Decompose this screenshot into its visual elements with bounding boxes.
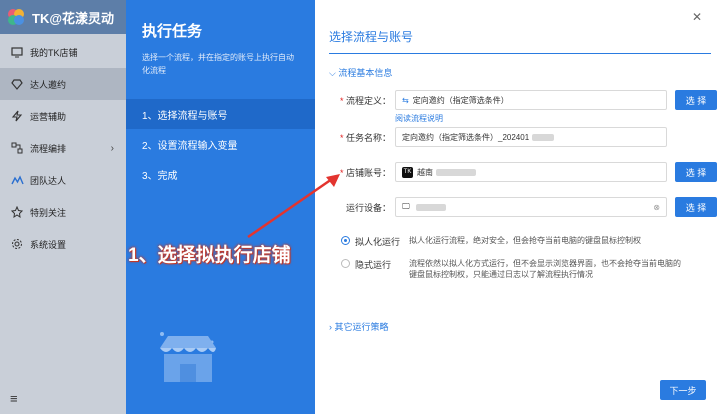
read-doc-link[interactable]: 阅读流程说明 [395, 113, 443, 124]
sidebar-item-my-shops[interactable]: 我的TK店铺 [0, 36, 126, 68]
app-title: TK@花漾灵动 [32, 10, 115, 26]
redacted-text [532, 133, 555, 141]
select-device-button[interactable]: 选 择 [675, 197, 717, 217]
gear-icon [10, 237, 24, 251]
sidebar-item-team-influencers[interactable]: 团队达人 [0, 164, 126, 196]
annotation-arrow-icon [247, 174, 340, 239]
redacted-text [436, 168, 476, 176]
sidebar-item-label: 运营辅助 [30, 111, 67, 122]
sidebar-item-label: 特别关注 [30, 207, 67, 218]
sidebar-item-system-settings[interactable]: 系统设置 [0, 228, 126, 260]
sidebar-item-label: 我的TK店铺 [30, 47, 78, 58]
star-icon [10, 205, 24, 219]
app-header: TK@花漾灵动 [0, 0, 126, 34]
tiktok-icon: TK [402, 166, 413, 178]
sidebar-item-influencer-invite[interactable]: 达人邀约 [0, 68, 126, 100]
chevron-down-icon: ⌵ [329, 68, 336, 78]
monitor-icon [10, 45, 24, 59]
sidebar-item-label: 系统设置 [30, 239, 67, 250]
radio-hidden[interactable] [341, 259, 350, 268]
diamond-icon [10, 77, 24, 91]
other-strategy-toggle[interactable]: › 其它运行策略 [329, 320, 389, 333]
flow-definition-field[interactable]: ⇆ 定向邀约（指定筛选条件） [395, 90, 667, 110]
app-sidebar: TK@花漾灵动 我的TK店铺 达人邀约 运营辅助 流程编排 › 团队达人 特别关… [0, 0, 126, 414]
mode-hidden[interactable]: 隐式运行 流程依然以拟人化方式运行，但不会显示浏览器界面，也不会抢夺当前电脑的键… [341, 258, 681, 280]
flow-icon [10, 141, 24, 155]
form-panel: 选择流程与账号 ✕ ⌵ 流程基本信息 * 流程定义： ⇆ 定向邀约（指定筛选条件… [315, 0, 720, 414]
shop-illustration-icon [160, 332, 216, 382]
select-flow-button[interactable]: 选 择 [675, 90, 717, 110]
task-panel-description: 选择一个流程，并在指定的账号上执行自动化流程 [142, 53, 294, 75]
next-button[interactable]: 下一步 [660, 380, 706, 400]
shop-account-row: * 店铺账号： TK 越南 选 择 [329, 162, 717, 182]
chevron-right-icon: › [110, 142, 114, 154]
sidebar-menu: 我的TK店铺 达人邀约 运营辅助 流程编排 › 团队达人 特别关注 系统设置 [0, 36, 126, 260]
sidebar-item-label: 达人邀约 [30, 79, 67, 90]
mode-humanlike[interactable]: 拟人化运行 拟人化运行流程，绝对安全，但会抢夺当前电脑的键盘鼠标控制权 [341, 235, 681, 248]
flow-definition-row: * 流程定义： ⇆ 定向邀约（指定筛选条件） 选 择 [329, 90, 717, 110]
run-device-field[interactable]: 🖵 ⊗ [395, 197, 667, 217]
task-panel-title: 执行任务 [142, 23, 203, 40]
task-name-input[interactable]: 定向邀约（指定筛选条件）_202401 [395, 127, 667, 147]
select-shop-button[interactable]: 选 择 [675, 162, 717, 182]
shop-account-field[interactable]: TK 越南 [395, 162, 667, 182]
sidebar-item-ops-assist[interactable]: 运营辅助 [0, 100, 126, 132]
sidebar-item-flow-editor[interactable]: 流程编排 › [0, 132, 126, 164]
sidebar-item-label: 流程编排 [30, 143, 67, 154]
close-icon[interactable]: ✕ [692, 10, 702, 24]
step-set-variables[interactable]: 2、设置流程输入变量 [126, 129, 315, 159]
team-icon [10, 173, 24, 187]
section-basic-info[interactable]: ⌵ 流程基本信息 [329, 66, 392, 79]
task-name-row: * 任务名称： 定向邀约（指定筛选条件）_202401 [329, 127, 667, 147]
lightning-icon [10, 109, 24, 123]
monitor-icon: 🖵 [402, 202, 410, 211]
form-title: 选择流程与账号 [329, 30, 414, 44]
app-logo-icon [8, 9, 24, 25]
title-divider [329, 53, 711, 54]
step-select-flow[interactable]: 1、选择流程与账号 [126, 99, 315, 129]
chevron-right-icon: › [329, 322, 332, 332]
annotation-callout: 1、选择拟执行店铺 [128, 245, 291, 266]
sidebar-item-special-follow[interactable]: 特别关注 [0, 196, 126, 228]
run-device-row: 运行设备： 🖵 ⊗ 选 择 [329, 197, 717, 217]
flow-icon: ⇆ [402, 95, 409, 105]
redacted-text [415, 203, 446, 211]
sidebar-item-label: 团队达人 [30, 175, 67, 186]
clear-icon[interactable]: ⊗ [653, 203, 660, 212]
menu-icon[interactable]: ≡ [10, 391, 18, 406]
